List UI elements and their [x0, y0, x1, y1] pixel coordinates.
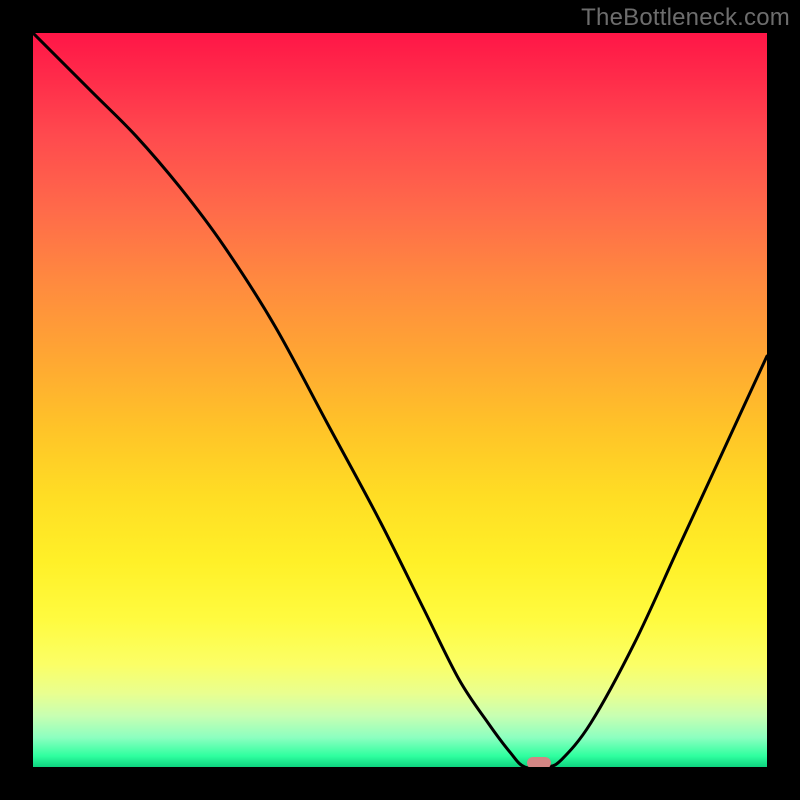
watermark-text: TheBottleneck.com — [581, 4, 790, 32]
selection-marker — [527, 757, 551, 767]
curve-svg — [33, 33, 767, 767]
chart-frame: TheBottleneck.com — [0, 0, 800, 800]
plot-area — [33, 33, 767, 767]
bottleneck-curve — [33, 33, 767, 767]
